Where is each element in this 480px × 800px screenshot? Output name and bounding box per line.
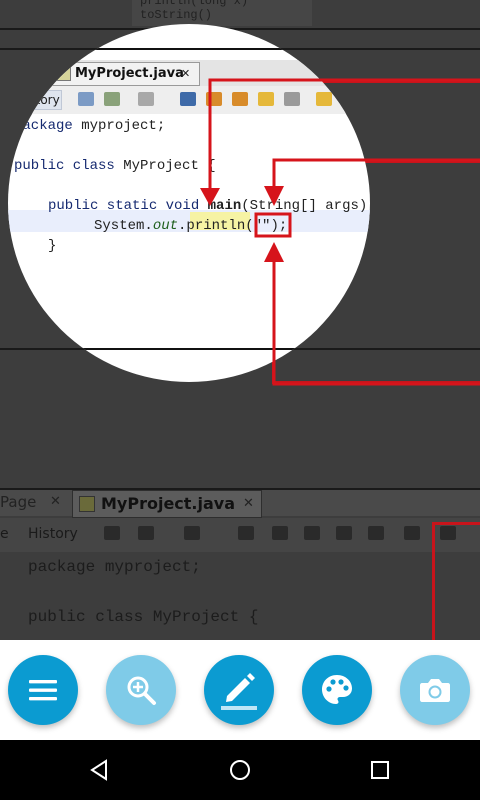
zoom-button[interactable] [106, 655, 176, 725]
capture-button[interactable] [400, 655, 470, 725]
annotation-overlay [200, 78, 480, 386]
arrow-head [200, 188, 220, 206]
menu-icon [29, 680, 57, 701]
arrow-head [264, 186, 284, 206]
pencil-icon [221, 673, 257, 710]
color-button[interactable] [302, 655, 372, 725]
annotation-arrow [208, 78, 480, 188]
camera-icon [420, 679, 450, 702]
back-icon [90, 759, 107, 781]
recents-icon [371, 761, 389, 779]
menu-button[interactable] [8, 655, 78, 725]
home-icon [230, 760, 250, 780]
draw-button[interactable] [204, 655, 274, 725]
annotation-arrow [272, 262, 480, 386]
recents-button[interactable] [360, 750, 400, 790]
system-nav-bar [0, 740, 480, 800]
annotation-box [254, 212, 292, 238]
back-button[interactable] [80, 750, 120, 790]
annotation-arrow [272, 158, 480, 190]
action-bar [0, 640, 480, 740]
arrow-head [264, 242, 284, 262]
home-button[interactable] [220, 750, 260, 790]
palette-icon [322, 675, 352, 704]
zoom-in-icon [127, 676, 156, 705]
